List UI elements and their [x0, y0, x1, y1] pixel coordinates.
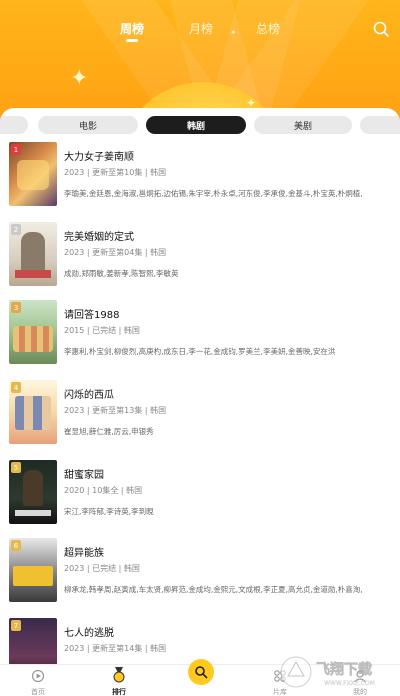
item-cast: 成勋,郑雨敏,姜新孝,陈智熙,李敏英	[64, 269, 179, 278]
category-chip-prev[interactable]	[0, 116, 28, 134]
poster-image: 7	[9, 618, 57, 668]
list-item[interactable]: 2 完美婚姻的定式 2023 | 更新至第04集 | 韩国 成勋,郑雨敏,姜新孝…	[0, 222, 400, 300]
item-meta: 2023 | 更新至第14集 | 韩国	[64, 644, 167, 653]
item-cast: 柳承龙,韩孝周,赵寅成,车太贤,柳昇范,金成均,金熙元,文成根,李正夏,高允贞,…	[64, 585, 363, 594]
rank-badge: 5	[11, 462, 21, 473]
poster-image: 3	[9, 300, 57, 364]
item-cast: 崔显旭,薛仁雅,厉云,申银秀	[64, 427, 154, 436]
poster-image: 2	[9, 222, 57, 286]
ranking-panel: 电影 韩剧 美剧 1 大力女子姜南顺 2023 | 更新至第10集 | 韩国 李…	[0, 108, 400, 668]
item-meta: 2015 | 已完结 | 韩国	[64, 326, 140, 335]
tab-monthly[interactable]: 月榜	[189, 20, 213, 37]
nav-ranking[interactable]: 排行	[89, 665, 149, 696]
poster-image: 5	[9, 460, 57, 524]
item-cast: 宋江,李阵郁,李诗英,李到晛	[64, 507, 154, 516]
home-icon	[31, 669, 45, 683]
item-title: 请回答1988	[64, 310, 120, 321]
item-title: 完美婚姻的定式	[64, 232, 134, 243]
rank-badge: 6	[11, 540, 21, 551]
list-item[interactable]: 3 请回答1988 2015 | 已完结 | 韩国 李惠利,朴宝剑,柳俊烈,高庚…	[0, 300, 400, 378]
poster-art	[13, 326, 53, 352]
item-meta: 2023 | 更新至第13集 | 韩国	[64, 406, 167, 415]
search-icon	[195, 666, 208, 679]
poster-art	[21, 232, 45, 272]
search-icon	[373, 21, 389, 37]
ranking-medal-icon	[113, 667, 125, 683]
item-title: 闪烁的西瓜	[64, 390, 114, 401]
category-chip-next[interactable]	[360, 116, 400, 134]
watermark-subtext: WWW.FXXZ.COM	[324, 680, 375, 687]
rank-badge: 2	[11, 224, 21, 235]
item-meta: 2020 | 10集全 | 韩国	[64, 486, 143, 495]
item-title: 超异能族	[64, 548, 104, 559]
tab-weekly[interactable]: 周榜	[120, 20, 144, 42]
rank-badge: 1	[11, 144, 21, 155]
item-title: 七人的逃脱	[64, 628, 114, 639]
item-title: 大力女子姜南顺	[64, 152, 134, 163]
list-item[interactable]: 6 超异能族 2023 | 已完结 | 韩国 柳承龙,韩孝周,赵寅成,车太贤,柳…	[0, 538, 400, 616]
search-button[interactable]	[372, 20, 390, 38]
list-item[interactable]: 5 甜蜜家园 2020 | 10集全 | 韩国 宋江,李阵郁,李诗英,李到晛	[0, 460, 400, 538]
nav-home-label: 首页	[31, 688, 45, 696]
category-chips: 电影 韩剧 美剧	[0, 116, 400, 136]
tab-overall[interactable]: 总榜	[256, 20, 280, 37]
sparkle-icon: ✦	[70, 66, 89, 91]
active-tab-indicator	[126, 39, 138, 42]
item-cast: 李瑜美,金廷恩,金海淑,邕炯拓,边佑锡,朱宇宰,朴永卓,河东俊,李承俊,金基斗,…	[64, 189, 363, 198]
item-meta: 2023 | 更新至第04集 | 韩国	[64, 248, 167, 257]
category-chip-korean-drama[interactable]: 韩剧	[146, 116, 246, 134]
poster-image: 4	[9, 380, 57, 444]
watermark-graphic: 飞翔下载 WWW.FXXZ.COM	[280, 656, 375, 688]
rank-badge: 4	[11, 382, 21, 393]
category-chip-movie[interactable]: 电影	[38, 116, 138, 134]
list-item[interactable]: 4 闪烁的西瓜 2023 | 更新至第13集 | 韩国 崔显旭,薛仁雅,厉云,申…	[0, 380, 400, 458]
poster-art	[17, 160, 49, 190]
poster-image: 1	[9, 142, 57, 206]
rank-period-tabs: 周榜 月榜 总榜	[0, 20, 400, 44]
rank-badge: 7	[11, 620, 21, 631]
poster-art	[23, 470, 43, 506]
watermark-text: 飞翔下载	[316, 661, 372, 678]
rank-badge: 3	[11, 302, 21, 313]
item-title: 甜蜜家园	[64, 470, 104, 481]
list-item[interactable]: 1 大力女子姜南顺 2023 | 更新至第10集 | 韩国 李瑜美,金廷恩,金海…	[0, 142, 400, 220]
watermark-logo: 飞翔下载 WWW.FXXZ.COM	[278, 654, 396, 690]
nav-search-button[interactable]	[188, 659, 214, 685]
poster-art	[15, 270, 51, 278]
nav-ranking-label: 排行	[112, 688, 126, 696]
poster-art	[13, 566, 53, 586]
poster-art	[15, 510, 51, 516]
item-meta: 2023 | 更新至第10集 | 韩国	[64, 168, 167, 177]
poster-art	[15, 396, 51, 430]
category-chip-us-drama[interactable]: 美剧	[254, 116, 352, 134]
item-meta: 2023 | 已完结 | 韩国	[64, 564, 140, 573]
nav-home[interactable]: 首页	[8, 665, 68, 696]
item-cast: 李惠利,朴宝剑,柳俊烈,高庚杓,成东日,李一花,金成钧,罗美兰,李美妍,金善映,…	[64, 347, 336, 356]
poster-image: 6	[9, 538, 57, 602]
